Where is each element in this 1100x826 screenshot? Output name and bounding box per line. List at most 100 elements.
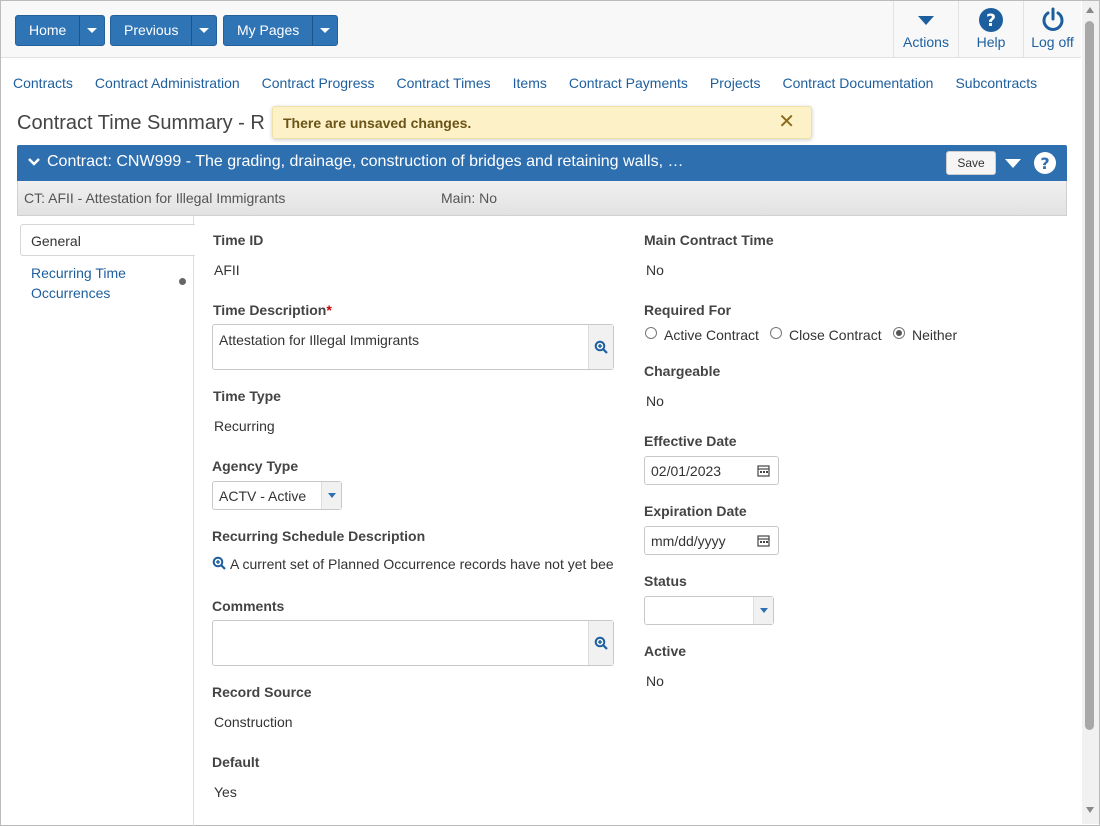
previous-button[interactable]: Previous xyxy=(111,16,193,45)
expiration-date-input[interactable]: mm/dd/yyyy xyxy=(644,526,779,555)
active-value: No xyxy=(646,673,664,689)
default-label: Default xyxy=(212,754,260,770)
tab-recurring-time-occurrences[interactable]: Recurring Time Occurrences xyxy=(31,263,171,303)
recurring-schedule-description: A current set of Planned Occurrence reco… xyxy=(212,556,613,572)
radio-neither[interactable] xyxy=(893,327,905,339)
right-tools: Actions ? Help Log off xyxy=(893,1,1081,58)
agency-type-label: Agency Type xyxy=(212,458,299,474)
ct-label: CT: AFII - Attestation for Illegal Immig… xyxy=(24,190,286,206)
unsaved-changes-toast: There are unsaved changes. ✕ xyxy=(272,106,812,139)
calendar-icon[interactable] xyxy=(757,464,770,477)
scroll-down-icon[interactable] xyxy=(1086,807,1094,813)
nav-items[interactable]: Items xyxy=(513,74,547,92)
actions-label: Actions xyxy=(903,34,949,50)
actions-button[interactable]: Actions xyxy=(893,1,958,58)
expiration-date-placeholder: mm/dd/yyyy xyxy=(651,533,726,549)
tab-general-label: General xyxy=(31,233,81,249)
time-id-label: Time ID xyxy=(213,232,264,248)
effective-date-value: 02/01/2023 xyxy=(651,463,722,479)
save-button[interactable]: Save xyxy=(946,151,996,175)
nav-projects[interactable]: Projects xyxy=(710,74,761,92)
help-button[interactable]: ? Help xyxy=(958,1,1023,58)
actions-caret-icon xyxy=(918,16,934,25)
nav-contract-payments[interactable]: Contract Payments xyxy=(569,74,688,92)
radio-close-contract[interactable] xyxy=(770,327,782,339)
recurring-schedule-label: Recurring Schedule Description xyxy=(212,528,426,544)
time-description-label: Time Description* xyxy=(213,302,332,318)
time-description-label-text: Time Description xyxy=(213,302,327,318)
chevron-down-icon xyxy=(320,28,331,33)
help-label: Help xyxy=(976,34,1006,50)
main-nav: Contracts Contract Administration Contra… xyxy=(13,74,1059,92)
radio-neither-label: Neither xyxy=(912,327,958,343)
tab-general[interactable]: General xyxy=(20,224,195,256)
time-description-value: Attestation for Illegal Immigrants xyxy=(219,332,419,348)
unsaved-changes-message: There are unsaved changes. xyxy=(283,115,472,131)
my-pages-dropdown-button[interactable] xyxy=(313,16,337,45)
scroll-up-icon[interactable] xyxy=(1086,7,1094,13)
my-pages-button[interactable]: My Pages xyxy=(224,16,314,45)
expiration-date-label: Expiration Date xyxy=(644,503,747,519)
scrollbar-thumb[interactable] xyxy=(1085,21,1094,730)
recurring-schedule-text: A current set of Planned Occurrence reco… xyxy=(230,556,613,572)
required-asterisk: * xyxy=(326,302,332,318)
nav-contract-times[interactable]: Contract Times xyxy=(396,74,490,92)
power-icon xyxy=(1042,7,1063,31)
nav-contract-administration[interactable]: Contract Administration xyxy=(95,74,240,92)
chevron-down-icon xyxy=(87,28,98,33)
home-split-button: Home xyxy=(15,15,106,46)
zoom-icon[interactable] xyxy=(588,325,613,369)
chevron-down-icon[interactable] xyxy=(27,154,41,170)
radio-active-contract[interactable] xyxy=(645,327,657,339)
active-label: Active xyxy=(644,643,687,659)
nav-contract-progress[interactable]: Contract Progress xyxy=(262,74,375,92)
mypages-split-button: My Pages xyxy=(223,15,339,46)
svg-text:?: ? xyxy=(986,11,996,31)
nav-subcontracts[interactable]: Subcontracts xyxy=(955,74,1037,92)
home-button[interactable]: Home xyxy=(16,16,81,45)
agency-type-select[interactable]: ACTV - Active xyxy=(212,481,342,510)
indicator-dot-icon xyxy=(179,278,186,285)
help-icon: ? xyxy=(979,8,1003,32)
effective-date-input[interactable]: 02/01/2023 xyxy=(644,456,779,485)
status-label: Status xyxy=(644,573,687,589)
required-for-label: Required For xyxy=(644,302,732,318)
top-toolbar: Home Previous My Pages Actions ? Help Lo… xyxy=(1,1,1081,58)
home-dropdown-button[interactable] xyxy=(80,16,104,45)
main-label: Main: No xyxy=(441,190,498,206)
time-description-input[interactable]: Attestation for Illegal Immigrants xyxy=(212,324,614,370)
radio-close-contract-label: Close Contract xyxy=(789,327,882,343)
radio-active-contract-label: Active Contract xyxy=(664,327,759,343)
close-icon[interactable]: ✕ xyxy=(778,112,795,132)
svg-text:?: ? xyxy=(1040,154,1049,173)
zoom-icon[interactable] xyxy=(212,556,226,570)
zoom-icon[interactable] xyxy=(588,621,613,665)
help-icon[interactable]: ? xyxy=(1033,151,1057,175)
effective-date-label: Effective Date xyxy=(644,433,737,449)
time-type-label: Time Type xyxy=(213,388,281,404)
previous-split-button: Previous xyxy=(110,15,218,46)
nav-contract-documentation[interactable]: Contract Documentation xyxy=(783,74,934,92)
nav-contracts[interactable]: Contracts xyxy=(13,74,73,92)
previous-dropdown-button[interactable] xyxy=(192,16,216,45)
chevron-down-icon xyxy=(753,597,773,624)
calendar-icon[interactable] xyxy=(757,534,770,547)
vertical-scrollbar[interactable] xyxy=(1082,1,1099,824)
contract-subheader: CT: AFII - Attestation for Illegal Immig… xyxy=(17,181,1067,216)
comments-input[interactable] xyxy=(212,620,614,666)
chevron-down-icon xyxy=(321,482,341,509)
status-select[interactable] xyxy=(644,596,774,625)
agency-type-value: ACTV - Active xyxy=(219,488,307,504)
contract-header: Contract: CNW999 - The grading, drainage… xyxy=(17,145,1067,181)
record-source-value: Construction xyxy=(214,714,293,730)
main-contract-time-label: Main Contract Time xyxy=(644,232,774,248)
menu-caret-icon[interactable] xyxy=(1005,159,1021,168)
default-value: Yes xyxy=(214,784,237,800)
page-title: Contract Time Summary - R xyxy=(17,112,265,134)
log-off-button[interactable]: Log off xyxy=(1023,1,1081,58)
time-id-value: AFII xyxy=(214,262,240,278)
main-contract-time-value: No xyxy=(646,262,664,278)
comments-label: Comments xyxy=(212,598,285,614)
side-tabs: General Recurring Time Occurrences xyxy=(17,216,195,826)
chargeable-value: No xyxy=(646,393,664,409)
